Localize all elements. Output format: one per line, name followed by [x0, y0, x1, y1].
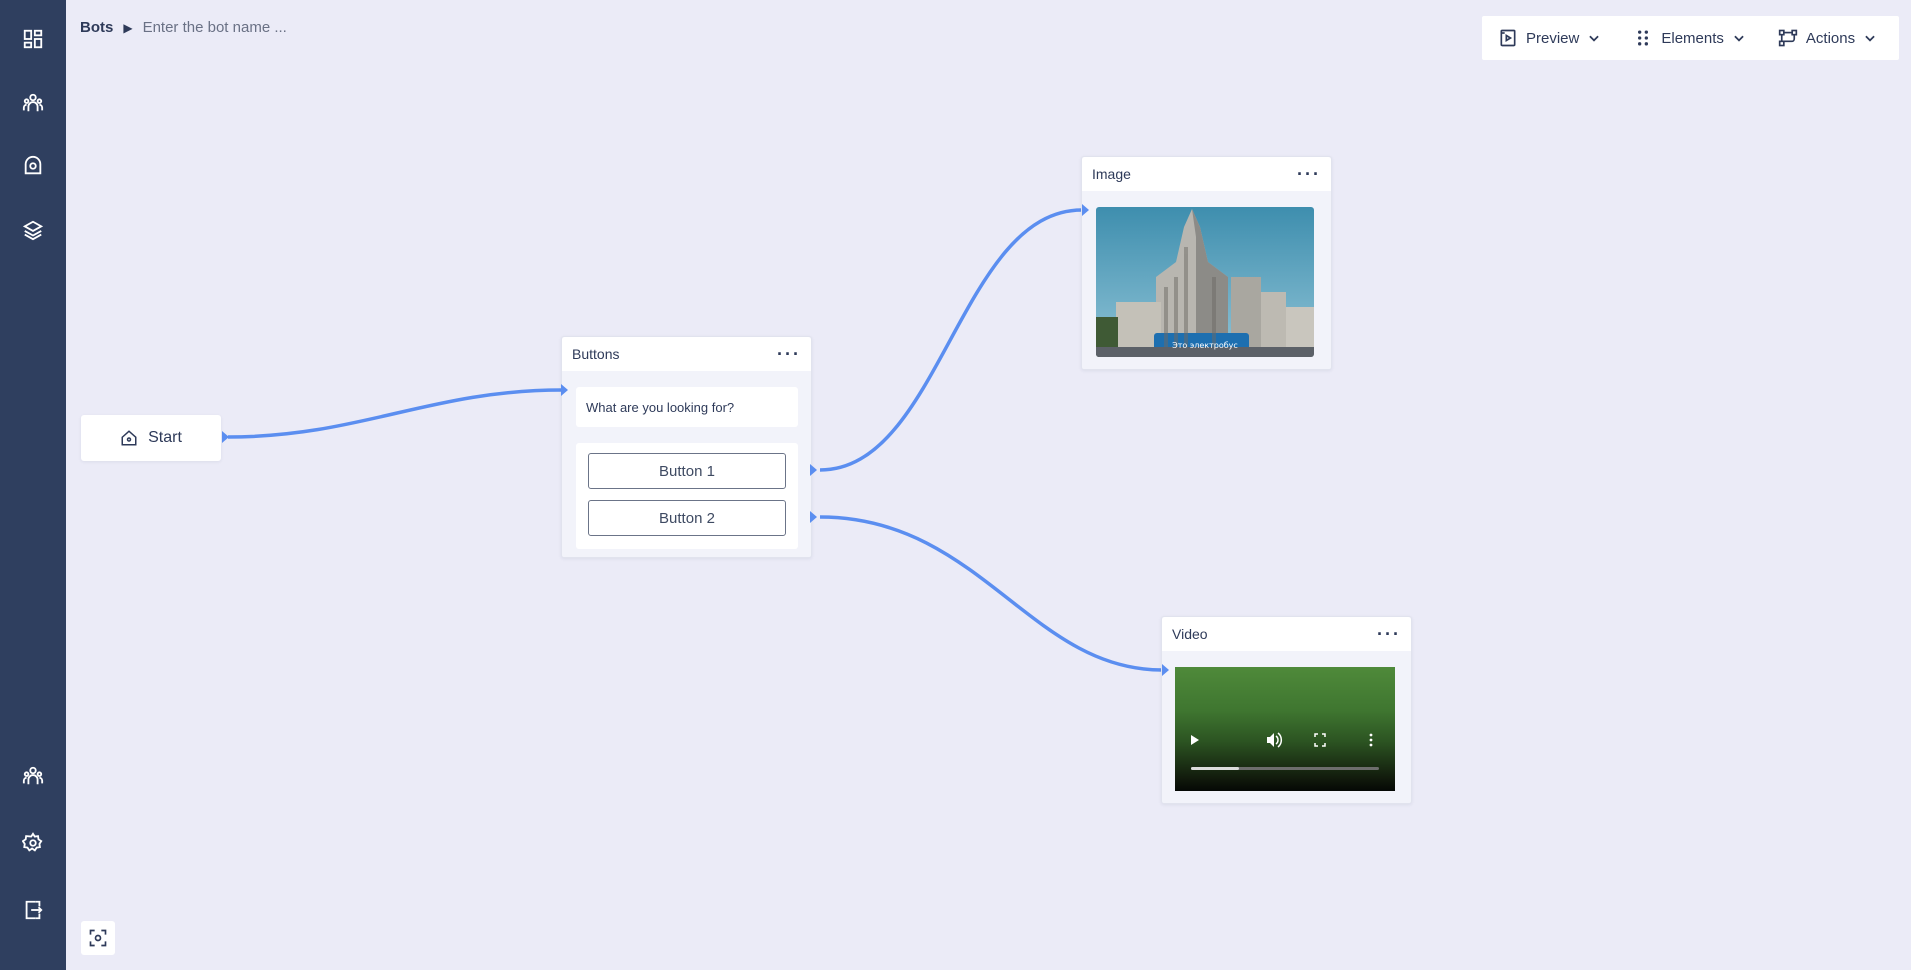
image-node-title: Image [1092, 166, 1131, 182]
buttons-node-header[interactable]: Buttons ··· [562, 337, 811, 371]
buttons-node-title: Buttons [572, 346, 620, 362]
more-options-icon[interactable]: ··· [777, 345, 801, 363]
buttons-node[interactable]: Buttons ··· What are you looking for? Bu… [561, 336, 812, 558]
buttons-message[interactable]: What are you looking for? [576, 387, 798, 427]
layers-icon[interactable] [19, 216, 47, 244]
more-vertical-icon[interactable] [1369, 733, 1373, 747]
breadcrumb: Bots ▶ [80, 19, 403, 36]
chevron-down-icon [1589, 35, 1600, 42]
button-2[interactable]: Button 2 [588, 500, 786, 536]
chevron-down-icon [1734, 35, 1744, 42]
video-input-handle[interactable] [1162, 664, 1169, 676]
breadcrumb-bots-link[interactable]: Bots [80, 19, 113, 36]
sidebar [0, 0, 66, 970]
elements-button[interactable]: Elements [1617, 16, 1762, 60]
video-node-title: Video [1172, 626, 1208, 642]
image-node-header[interactable]: Image ··· [1082, 157, 1331, 191]
video-player[interactable] [1175, 667, 1395, 791]
fit-view-button[interactable] [81, 921, 115, 955]
fullscreen-icon[interactable] [1314, 733, 1326, 747]
image-caption: Это электробус [1172, 341, 1238, 350]
users-icon[interactable] [19, 89, 47, 117]
actions-button[interactable]: Actions [1762, 16, 1893, 60]
button-1-output-handle[interactable] [810, 464, 817, 476]
grip-icon [1638, 30, 1649, 46]
home-icon [121, 430, 137, 446]
button-2-output-handle[interactable] [810, 511, 817, 523]
preview-label: Preview [1526, 29, 1580, 47]
logout-icon[interactable] [19, 896, 47, 924]
building-photo: Это электробус [1096, 207, 1314, 357]
more-options-icon[interactable]: ··· [1377, 625, 1401, 643]
chevron-right-icon: ▶ [123, 20, 133, 35]
flow-icon [1778, 29, 1798, 47]
dashboard-icon[interactable] [19, 25, 47, 53]
chevron-down-icon [1865, 35, 1875, 42]
play-icon[interactable] [1191, 735, 1199, 745]
edge-button2-to-video [819, 515, 1163, 672]
more-options-icon[interactable]: ··· [1297, 165, 1321, 183]
buttons-input-handle[interactable] [561, 384, 568, 396]
start-node[interactable]: Start [81, 415, 221, 461]
buttons-list: Button 1 Button 2 [576, 443, 798, 549]
broadcast-icon[interactable] [19, 152, 47, 180]
video-node-header[interactable]: Video ··· [1162, 617, 1411, 651]
video-progress-buffer [1191, 767, 1239, 770]
actions-label: Actions [1805, 29, 1856, 47]
image-input-handle[interactable] [1082, 204, 1089, 216]
edge-start-to-buttons [227, 388, 563, 439]
bot-name-input[interactable] [142, 19, 403, 36]
edge-button1-to-image [819, 208, 1083, 472]
start-output-handle[interactable] [222, 431, 229, 443]
video-node[interactable]: Video ··· [1161, 616, 1412, 804]
focus-icon [89, 929, 107, 947]
preview-button[interactable]: Preview [1482, 16, 1617, 60]
top-toolbar: Preview Elements Actions [1482, 16, 1899, 60]
button-1[interactable]: Button 1 [588, 453, 786, 489]
start-label: Start [148, 429, 182, 446]
team-icon[interactable] [19, 762, 47, 790]
preview-icon [1500, 29, 1516, 47]
settings-icon[interactable] [19, 829, 47, 857]
flow-connections [227, 208, 1163, 672]
image-node[interactable]: Image ··· Это электробус [1081, 156, 1332, 370]
image-preview: Это электробус [1096, 207, 1314, 357]
volume-icon[interactable] [1267, 732, 1283, 748]
elements-label: Elements [1661, 29, 1724, 47]
